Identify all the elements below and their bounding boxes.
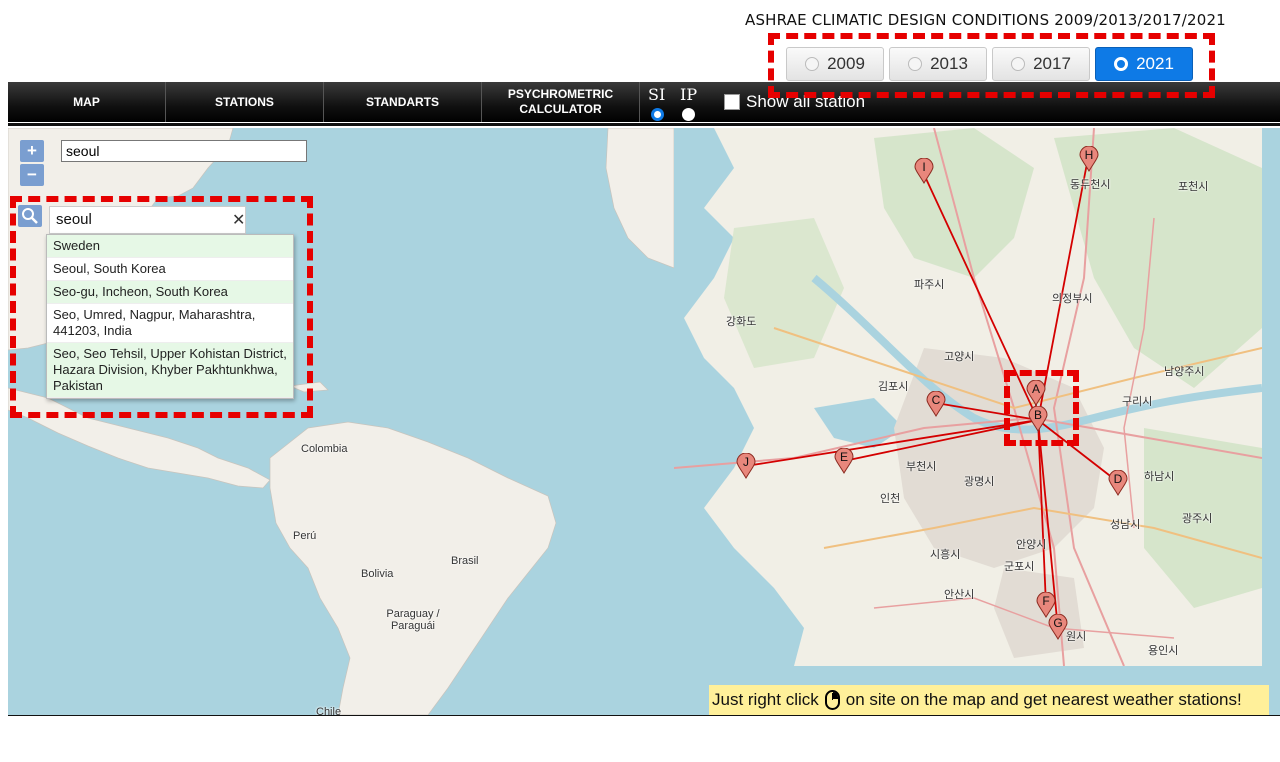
nav-psychrometric-label: PSYCHROMETRIC CALCULATOR [507,87,614,116]
place-label: 하남시 [1144,471,1175,483]
place-label: 부천시 [906,461,937,473]
nav-divider [8,123,1280,126]
place-label: 시흥시 [930,549,961,561]
year-label: 2021 [1136,54,1174,73]
place-label: 남양주시 [1164,366,1205,378]
country-label: Colombia [301,443,348,455]
country-label: Perú [293,530,317,542]
geocoder-result[interactable]: Seo, Umred, Nagpur, Maharashtra, 441203,… [47,304,293,343]
page: ASHRAE CLIMATIC DESIGN CONDITIONS 2009/2… [0,0,1280,762]
location-search-input[interactable]: seoul [61,140,307,162]
search-icon [22,208,38,224]
page-title: ASHRAE CLIMATIC DESIGN CONDITIONS 2009/2… [745,11,1226,29]
seoul-inset-map[interactable]: A B C D E F G H I J 파주시 고양시 김포시 부천시 인천 광… [674,128,1262,666]
year-button-2009[interactable]: 2009 [786,47,884,81]
place-label: 동두천시 [1070,179,1111,191]
country-label: Chile [316,706,342,715]
year-button-2021[interactable]: 2021 [1095,47,1193,81]
place-label: 고양시 [944,351,975,363]
radio-icon [1011,57,1026,71]
place-label: 광명시 [964,476,995,488]
place-label: 인천 [880,493,901,505]
country-label: Paraguay / Paraguái [386,608,440,632]
station-marker-d[interactable]: D [1108,469,1128,496]
unit-si-radio[interactable] [651,108,664,121]
zoom-controls: + − [20,140,44,186]
station-marker-i[interactable]: I [914,157,934,184]
zoom-out-button[interactable]: − [20,164,44,186]
place-label: 강화도 [726,316,757,328]
nav-psychrometric-calculator[interactable]: PSYCHROMETRIC CALCULATOR [482,82,640,122]
hint-text-after: on site on the map and get nearest weath… [845,690,1242,709]
right-click-hint: Just right click on site on the map and … [709,685,1269,715]
map-border [8,715,1280,716]
show-all-label: Show all station [746,92,866,111]
station-marker-e[interactable]: E [834,447,854,474]
place-label: 광주시 [1182,513,1213,525]
year-label: 2009 [827,54,865,73]
place-label: 포천시 [1178,181,1209,193]
unit-si-label: SI [648,85,666,104]
station-marker-b[interactable]: B [1028,405,1048,432]
station-marker-j[interactable]: J [736,452,756,479]
clear-icon[interactable]: ✕ [232,210,245,230]
nav-standarts[interactable]: STANDARTS [324,82,482,122]
station-marker-g[interactable]: G [1048,613,1068,640]
station-marker-c[interactable]: C [926,390,946,417]
show-all-checkbox[interactable] [724,94,740,110]
country-label: Brasil [451,555,479,567]
radio-icon [805,57,820,71]
place-label: 안양시 [1016,539,1047,551]
unit-ip-radio[interactable] [682,108,695,121]
year-selector: 2009 2013 2017 2021 [786,47,1193,81]
geocoder-search-button[interactable] [18,205,42,227]
place-label: 용인시 [1148,645,1179,657]
unit-ip-label: IP [680,85,698,104]
place-label: 의정부시 [1052,293,1093,305]
place-label: 군포시 [1004,561,1035,573]
world-map[interactable]: Colombia Perú Brasil Bolivia Paraguay / … [8,128,1280,715]
year-button-2013[interactable]: 2013 [889,47,987,81]
mouse-icon [824,690,840,710]
nav-stations[interactable]: STATIONS [166,82,324,122]
geocoder-result[interactable]: Seo, Seo Tehsil, Upper Kohistan District… [47,343,293,398]
zoom-in-button[interactable]: + [20,140,44,162]
hint-text-before: Just right click [712,690,819,709]
main-nav: MAP STATIONS STANDARTS PSYCHROMETRIC CAL… [8,82,1280,122]
unit-selector: SI IP [640,82,710,122]
nav-map[interactable]: MAP [8,82,166,122]
geocoder-results: Sweden Seoul, South Korea Seo-gu, Incheo… [46,234,294,399]
show-all-toggle[interactable]: Show all station [724,92,865,112]
station-marker-h[interactable]: H [1079,145,1099,172]
radio-icon [908,57,923,71]
geocoder-input[interactable]: seoul [49,206,246,234]
place-label: 파주시 [914,279,945,291]
place-label: 원시 [1066,631,1087,643]
place-label: 김포시 [878,381,909,393]
radio-selected-icon [1114,57,1129,71]
place-label: 성남시 [1110,519,1141,531]
geocoder-result[interactable]: Seo-gu, Incheon, South Korea [47,281,293,304]
country-label: Bolivia [361,568,394,580]
year-label: 2017 [1033,54,1071,73]
geocoder-result[interactable]: Seoul, South Korea [47,258,293,281]
place-label: 안산시 [944,589,975,601]
station-marker-a[interactable]: A [1026,379,1046,406]
geocoder-result[interactable]: Sweden [47,235,293,258]
place-label: 구리시 [1122,396,1153,408]
year-label: 2013 [930,54,968,73]
year-button-2017[interactable]: 2017 [992,47,1090,81]
